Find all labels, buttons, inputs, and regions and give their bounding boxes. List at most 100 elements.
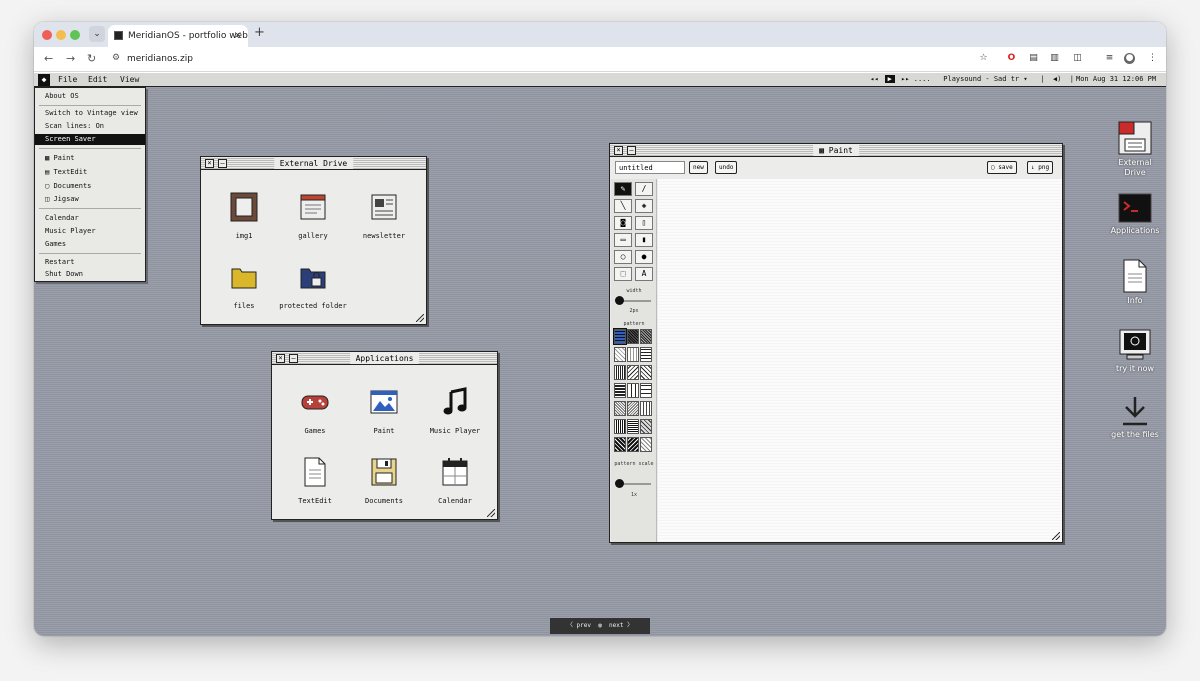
slider-knob[interactable] (615, 296, 624, 305)
filled-rectangle-tool-icon[interactable]: ▮ (635, 233, 653, 247)
window-minimize-button[interactable]: – (627, 146, 636, 155)
forward-button[interactable]: ▸▸ (901, 75, 909, 83)
menu-item-shut-down[interactable]: Shut Down (45, 269, 83, 280)
desktop-icon-external-drive[interactable]: External Drive (1108, 121, 1162, 178)
desktop-icon-applications[interactable]: Applications (1108, 193, 1162, 236)
window-titlebar[interactable]: × – Applications (272, 352, 497, 365)
spray-tool-icon[interactable]: ▯ (635, 216, 653, 230)
pattern-swatch[interactable] (640, 365, 652, 380)
menu-item-scan-lines[interactable]: Scan lines: On (45, 121, 104, 132)
slider-knob[interactable] (615, 479, 624, 488)
pattern-swatch[interactable] (627, 329, 639, 344)
new-button[interactable]: new (689, 161, 708, 174)
window-titlebar[interactable]: × – ▩ Paint (610, 144, 1062, 157)
line-tool-icon[interactable]: ╲ (614, 199, 632, 213)
select-tool-icon[interactable]: ⬚ (614, 267, 632, 281)
window-resize-handle[interactable] (1052, 532, 1060, 540)
filled-circle-tool-icon[interactable]: ● (635, 250, 653, 264)
pattern-swatch[interactable] (627, 401, 639, 416)
pattern-swatch[interactable] (640, 347, 652, 362)
window-close-button[interactable]: × (276, 354, 285, 363)
window-resize-handle[interactable] (487, 509, 495, 517)
extensions-puzzle-icon[interactable]: ◫ (1072, 53, 1083, 64)
pattern-swatch[interactable] (640, 437, 652, 452)
pattern-swatch[interactable] (640, 419, 652, 434)
window-resize-handle[interactable] (416, 314, 424, 322)
pattern-scale-slider[interactable] (615, 479, 651, 488)
maximize-window-button[interactable] (70, 30, 80, 40)
desktop-icon-try-it-now[interactable]: try it now (1108, 329, 1162, 374)
volume-icon[interactable]: ◀) (1053, 75, 1061, 83)
menu-item-jigsaw[interactable]: ◫ Jigsaw (45, 194, 79, 205)
undo-button[interactable]: undo (715, 161, 738, 174)
browser-menu-icon[interactable]: ⋮ (1147, 53, 1158, 64)
menu-view[interactable]: View (120, 75, 139, 84)
globe-icon[interactable]: ◍ (598, 622, 602, 629)
pattern-swatch[interactable] (614, 437, 626, 452)
pattern-swatch[interactable] (627, 365, 639, 380)
download-png-button[interactable]: ↓ png (1027, 161, 1054, 174)
pattern-swatch[interactable] (640, 401, 652, 416)
menu-item-vintage-view[interactable]: Switch to Vintage view (45, 108, 138, 119)
pattern-swatch[interactable] (640, 383, 652, 398)
pattern-swatch[interactable] (627, 347, 639, 362)
menu-file[interactable]: File (58, 75, 77, 84)
pattern-swatch[interactable] (614, 419, 626, 434)
extension-icon[interactable]: ▥ (1049, 53, 1060, 64)
menu-edit[interactable]: Edit (88, 75, 107, 84)
tab-close-icon[interactable]: × (234, 25, 242, 47)
new-tab-button[interactable]: + (254, 25, 265, 40)
pattern-swatch[interactable] (627, 383, 639, 398)
pattern-swatch[interactable] (614, 383, 626, 398)
menu-item-games[interactable]: Games (45, 239, 66, 250)
pattern-swatch[interactable] (627, 437, 639, 452)
pattern-swatch[interactable] (613, 328, 627, 345)
bookmark-star-icon[interactable]: ☆ (978, 53, 989, 64)
play-button[interactable]: ▶ (884, 75, 895, 83)
window-minimize-button[interactable]: – (218, 159, 227, 168)
rewind-button[interactable]: ◂◂ (870, 75, 878, 83)
brush-tool-icon[interactable]: ∕ (635, 182, 653, 196)
window-minimize-button[interactable]: – (289, 354, 298, 363)
menu-item-about[interactable]: About OS (45, 91, 79, 102)
pattern-swatch[interactable] (614, 365, 626, 380)
track-select[interactable]: Playsound - Sad tr ▾ (943, 75, 1027, 83)
desktop-icon-info[interactable]: Info (1108, 259, 1162, 306)
fill-tool-icon[interactable]: ◙ (614, 216, 632, 230)
reading-list-icon[interactable]: ≡ (1104, 53, 1115, 64)
pencil-tool-icon[interactable]: ✎ (614, 182, 632, 196)
menu-item-screen-saver[interactable]: Screen Saver (35, 134, 145, 145)
browser-tab[interactable]: MeridianOS - portfolio website × (108, 25, 248, 47)
pattern-swatch[interactable] (627, 419, 639, 434)
extension-icon[interactable]: ▤ (1028, 53, 1039, 64)
close-window-button[interactable] (42, 30, 52, 40)
next-button[interactable]: next 〉 (609, 622, 633, 629)
reload-icon[interactable]: ↻ (87, 52, 96, 65)
pattern-swatch[interactable] (640, 329, 652, 344)
text-tool-icon[interactable]: A (635, 267, 653, 281)
window-close-button[interactable]: × (205, 159, 214, 168)
rectangle-tool-icon[interactable]: ▭ (614, 233, 632, 247)
paint-canvas[interactable] (658, 179, 1062, 542)
circle-tool-icon[interactable]: ○ (614, 250, 632, 264)
site-settings-icon[interactable]: ⚙ (112, 53, 120, 63)
prev-button[interactable]: 〈 prev (567, 622, 591, 629)
pattern-swatch[interactable] (614, 401, 626, 416)
forward-arrow-icon[interactable]: → (66, 52, 75, 65)
tab-search-button[interactable]: ⌄ (89, 26, 105, 42)
back-arrow-icon[interactable]: ← (44, 52, 53, 65)
menu-item-calendar[interactable]: Calendar (45, 213, 79, 224)
eraser-tool-icon[interactable]: ◈ (635, 199, 653, 213)
pattern-swatch[interactable] (614, 347, 626, 362)
window-close-button[interactable]: × (614, 146, 623, 155)
menu-item-textedit[interactable]: ▤ TextEdit (45, 167, 87, 178)
minimize-window-button[interactable] (56, 30, 66, 40)
menu-item-documents[interactable]: ▢ Documents (45, 181, 91, 192)
profile-avatar[interactable]: ● (1124, 53, 1135, 64)
menu-item-music-player[interactable]: Music Player (45, 226, 96, 237)
window-titlebar[interactable]: × – External Drive (201, 157, 426, 170)
desktop-icon-get-the-files[interactable]: get the files (1108, 395, 1162, 440)
menu-item-paint[interactable]: ▩ Paint (45, 153, 75, 164)
opera-extension-icon[interactable]: O (1006, 53, 1017, 64)
width-slider[interactable] (615, 296, 651, 305)
